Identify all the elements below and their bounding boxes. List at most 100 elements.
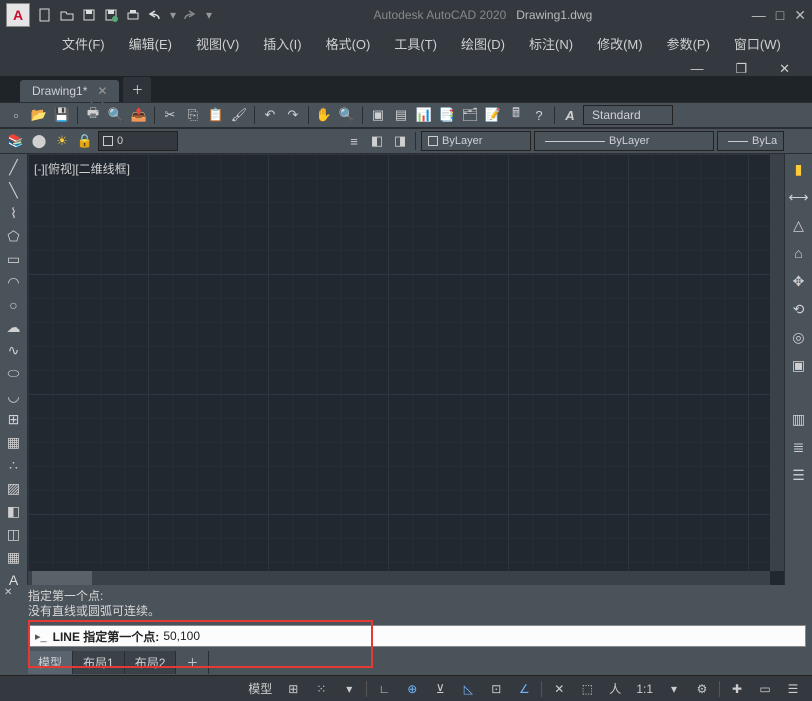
layer-icon[interactable]: ≣	[788, 436, 810, 458]
save-icon[interactable]: 💾	[52, 105, 72, 125]
spline-icon[interactable]: ∿	[3, 341, 25, 360]
properties-icon[interactable]: ☰	[788, 464, 810, 486]
menu-dimension[interactable]: 标注(N)	[517, 30, 585, 57]
calc-icon[interactable]: 🖩	[506, 105, 526, 125]
linetype-combo[interactable]: ByLayer	[534, 131, 714, 151]
open-icon[interactable]: 📂	[29, 105, 49, 125]
new-icon[interactable]	[36, 6, 54, 24]
zoom-icon[interactable]: 🔍	[337, 105, 357, 125]
properties-icon[interactable]: 📊	[414, 105, 434, 125]
sheetset-icon[interactable]: 📑	[437, 105, 457, 125]
layer-iso-icon[interactable]: ◧	[367, 131, 387, 151]
layer-lock-icon[interactable]: 🔒	[75, 131, 95, 151]
layer-manager-icon[interactable]: 📚	[6, 131, 26, 151]
layer-combo[interactable]: 0	[98, 131, 178, 151]
point-icon[interactable]: ∴	[3, 456, 25, 475]
vertical-scrollbar[interactable]	[770, 154, 784, 571]
osnap-icon[interactable]: ◺	[457, 679, 479, 699]
status-scale[interactable]: 1:1	[632, 682, 657, 696]
cycling-icon[interactable]: 人	[604, 679, 626, 699]
save-icon[interactable]	[80, 6, 98, 24]
close-icon[interactable]: ✕	[4, 587, 12, 598]
minimize-button[interactable]: —	[752, 7, 766, 24]
add-layout-button[interactable]: ＋	[176, 651, 209, 674]
new-tab-button[interactable]: ＋	[123, 77, 151, 102]
preview-icon[interactable]: 🔍	[106, 105, 126, 125]
dim-icon[interactable]: ⟷	[788, 186, 810, 208]
paste-icon[interactable]: 📋	[206, 105, 226, 125]
pan-icon[interactable]: ✋	[314, 105, 334, 125]
tab-model[interactable]: 模型	[28, 651, 73, 674]
drawing-canvas[interactable]: [-][俯视][二维线框]	[28, 154, 784, 585]
table-icon[interactable]: ▦	[3, 548, 25, 567]
highlight-icon[interactable]: ▮	[788, 158, 810, 180]
redo-icon[interactable]	[182, 6, 200, 24]
lwdisplay-icon[interactable]: ✕	[548, 679, 570, 699]
tool-palette-icon[interactable]: 🗂	[460, 105, 480, 125]
textstyle-icon[interactable]: A	[560, 105, 580, 125]
layer-freeze-icon[interactable]: ☀	[52, 131, 72, 151]
showmotion-icon[interactable]: ▣	[788, 354, 810, 376]
measure-icon[interactable]: △	[788, 214, 810, 236]
snap-icon[interactable]: ⁙	[310, 679, 332, 699]
cut-icon[interactable]: ✂	[160, 105, 180, 125]
command-input[interactable]	[163, 629, 799, 643]
chevron-down-icon[interactable]: ▾	[168, 6, 178, 24]
menu-edit[interactable]: 编辑(E)	[117, 30, 184, 57]
viewport-label[interactable]: [-][俯视][二维线框]	[34, 160, 130, 177]
customize-icon[interactable]: ☰	[782, 679, 804, 699]
hatch-icon[interactable]: ▨	[3, 479, 25, 498]
revcloud-icon[interactable]: ☁	[3, 318, 25, 337]
help-icon[interactable]: ?	[529, 105, 549, 125]
undo-icon[interactable]	[146, 6, 164, 24]
command-input-row[interactable]: ▸_ LINE 指定第一个点:	[28, 625, 806, 647]
maximize-button[interactable]: □	[776, 7, 784, 24]
color-combo[interactable]: ByLayer	[421, 131, 531, 151]
matchprop-icon[interactable]: 🖌	[229, 105, 249, 125]
child-restore-button[interactable]: ❐	[723, 57, 759, 81]
layer-state-icon[interactable]: ≡	[344, 131, 364, 151]
isodraft-icon[interactable]: ⊻	[429, 679, 451, 699]
status-model[interactable]: 模型	[244, 680, 276, 697]
layer-prev-icon[interactable]: ◨	[390, 131, 410, 151]
child-minimize-button[interactable]: —	[678, 57, 715, 81]
print-icon[interactable]	[124, 6, 142, 24]
menu-window[interactable]: 窗口(W)	[722, 30, 793, 57]
menu-view[interactable]: 视图(V)	[184, 30, 251, 57]
open-icon[interactable]	[58, 6, 76, 24]
text-style-combo[interactable]: Standard	[583, 105, 673, 125]
ellipse-arc-icon[interactable]: ◡	[3, 387, 25, 406]
menu-file[interactable]: 文件(F)	[50, 30, 117, 57]
insert-icon[interactable]: ⊞	[3, 410, 25, 429]
circle-icon[interactable]: ○	[3, 296, 25, 314]
window2-icon[interactable]: ▤	[391, 105, 411, 125]
tab-layout1[interactable]: 布局1	[73, 651, 125, 674]
new-icon[interactable]: ▫	[6, 105, 26, 125]
menu-insert[interactable]: 插入(I)	[251, 30, 313, 57]
orbit-icon[interactable]: ⟲	[788, 298, 810, 320]
arc-icon[interactable]: ◠	[3, 273, 25, 292]
ortho-icon[interactable]: ∟	[373, 679, 395, 699]
child-close-button[interactable]: ✕	[767, 57, 802, 81]
redo-icon[interactable]: ↷	[283, 105, 303, 125]
polygon-icon[interactable]: ⬠	[3, 227, 25, 246]
home-icon[interactable]: ⌂	[788, 242, 810, 264]
xline-icon[interactable]: ╲	[3, 181, 25, 200]
annotation-icon[interactable]: ✚	[726, 679, 748, 699]
chevron-down-icon[interactable]: ▾	[663, 679, 685, 699]
region-icon[interactable]: ◫	[3, 525, 25, 544]
otrack-icon[interactable]: ∠	[513, 679, 535, 699]
polar-icon[interactable]: ⊕	[401, 679, 423, 699]
file-tab-drawing1[interactable]: Drawing1*✕	[20, 80, 119, 102]
workspace-icon[interactable]: ▭	[754, 679, 776, 699]
grid-icon[interactable]: ⊞	[282, 679, 304, 699]
tab-layout2[interactable]: 布局2	[125, 651, 177, 674]
markup-icon[interactable]: 📝	[483, 105, 503, 125]
chevron-down-icon[interactable]: ▾	[204, 6, 214, 24]
menu-modify[interactable]: 修改(M)	[585, 30, 655, 57]
transparency-icon[interactable]: ⬚	[576, 679, 598, 699]
menu-draw[interactable]: 绘图(D)	[449, 30, 517, 57]
print-icon[interactable]: 🖶	[83, 105, 103, 125]
block-icon[interactable]: ▦	[3, 433, 25, 452]
undo-icon[interactable]: ↶	[260, 105, 280, 125]
